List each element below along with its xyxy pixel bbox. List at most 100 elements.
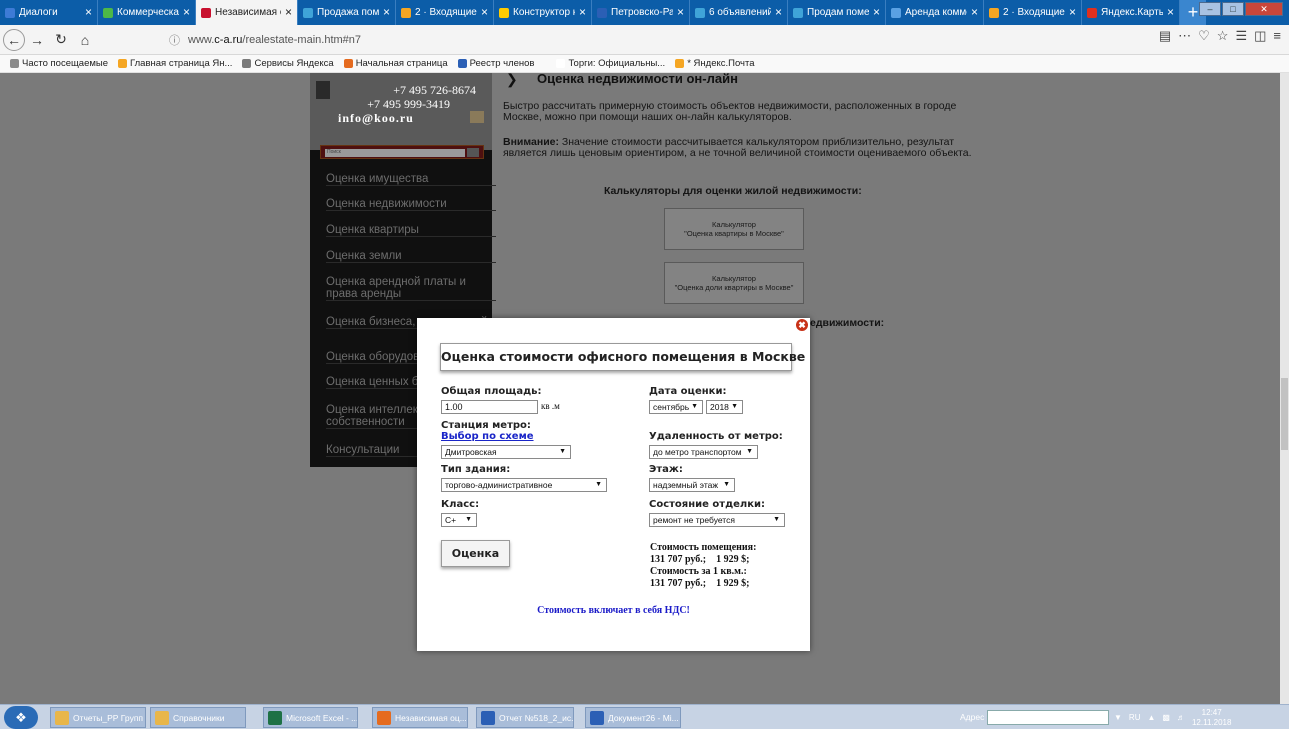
close-tab-icon[interactable]: × <box>579 5 586 19</box>
browser-tab[interactable]: 2 · Входящие — × <box>396 0 494 25</box>
browser-tab[interactable]: Независимая о × <box>196 0 298 25</box>
month-select[interactable]: сентябрь ▼ <box>649 400 703 414</box>
close-tab-icon[interactable]: × <box>383 5 390 19</box>
taskbar-item[interactable]: Отчет №518_2_ис... <box>476 707 574 728</box>
bookmark-item[interactable]: Главная страница Ян... <box>118 58 232 69</box>
volume-icon[interactable]: ♬ <box>1177 713 1185 722</box>
building-select[interactable]: торгово-административное ▼ <box>441 478 607 492</box>
go-arrow-icon[interactable]: ▼ <box>1114 713 1122 722</box>
close-tab-icon[interactable]: × <box>775 5 782 19</box>
close-tab-icon[interactable]: × <box>971 5 978 19</box>
maximize-button[interactable]: □ <box>1222 2 1244 16</box>
menu-icon[interactable]: ≡ <box>1273 28 1281 44</box>
taskbar-item[interactable]: Документ26 - Mi... <box>585 707 681 728</box>
close-tab-icon[interactable]: × <box>85 5 92 19</box>
class-label: Класс: <box>441 499 480 510</box>
search-input[interactable]: Поиск <box>325 149 465 157</box>
site-menu-item[interactable]: Оценка имущества <box>326 173 496 186</box>
close-tab-icon[interactable]: × <box>183 5 190 19</box>
close-icon[interactable]: ✖ <box>796 319 808 331</box>
taskbar-item[interactable]: Отчеты_РР Групп <box>50 707 146 728</box>
close-window-button[interactable]: ✕ <box>1245 2 1283 16</box>
reload-button[interactable]: ↻ <box>49 28 73 52</box>
back-button[interactable]: ← <box>3 28 25 51</box>
site-menu-item[interactable]: Оценка квартиры <box>326 224 496 237</box>
tab-favicon-icon <box>597 7 607 18</box>
forward-button[interactable]: → <box>25 28 49 52</box>
bookmark-label: Реестр членов <box>469 58 535 69</box>
metro-select[interactable]: Дмитровская ▼ <box>441 445 571 459</box>
finish-label: Состояние отделки: <box>649 499 766 510</box>
browser-tab[interactable]: Продам помеш × <box>788 0 886 25</box>
close-tab-icon[interactable]: × <box>1069 5 1076 19</box>
page-scrollbar[interactable] <box>1280 73 1289 704</box>
bookmark-item[interactable]: Реестр членов <box>457 58 535 69</box>
floor-select[interactable]: надземный этаж ▼ <box>649 478 735 492</box>
share-calculator-button[interactable]: Калькулятор "Оценка доли квартиры в Моск… <box>664 262 804 304</box>
close-tab-icon[interactable]: × <box>1167 5 1174 19</box>
close-tab-icon[interactable]: × <box>481 5 488 19</box>
distance-select[interactable]: до метро транспортом ▼ <box>649 445 758 459</box>
close-tab-icon[interactable]: × <box>285 5 292 19</box>
browser-tab[interactable]: 2 · Входящие — × <box>984 0 1082 25</box>
close-tab-icon[interactable]: × <box>677 5 684 19</box>
browser-tab[interactable]: Диалоги × <box>0 0 98 25</box>
star-icon[interactable]: ☆ <box>1217 28 1229 44</box>
apartment-calculator-button[interactable]: Калькулятор "Оценка квартиры в Москве" <box>664 208 804 250</box>
library-icon[interactable]: ☰ <box>1235 28 1247 44</box>
tab-title: 2 · Входящие — <box>1003 7 1065 18</box>
browser-tab[interactable]: Конструктор ка × <box>494 0 592 25</box>
bookmark-item[interactable]: Сервисы Яндекса <box>242 58 334 69</box>
more-actions-icon[interactable]: ⋯ <box>1178 28 1191 44</box>
tab-favicon-icon <box>793 7 803 18</box>
bookmark-item[interactable]: Торги: Официальны... <box>556 58 665 69</box>
finish-select[interactable]: ремонт не требуется ▼ <box>649 513 785 527</box>
area-input[interactable]: 1.00 <box>441 400 538 414</box>
scrollbar-thumb[interactable] <box>1281 378 1288 450</box>
bookmark-item[interactable]: * Яндекс.Почта <box>675 58 755 69</box>
close-tab-icon[interactable]: × <box>873 5 880 19</box>
browser-tab[interactable]: Яндекс.Карты × <box>1082 0 1180 25</box>
browser-tab[interactable]: Аренда коммер × <box>886 0 984 25</box>
site-menu-item[interactable]: Оценка арендной платы и права аренды <box>326 276 496 301</box>
network-icon[interactable]: ▩ <box>1162 713 1170 722</box>
taskbar-item[interactable]: Microsoft Excel - ... <box>263 707 358 728</box>
site-menu-item[interactable]: Оценка недвижимости <box>326 198 496 211</box>
language-indicator[interactable]: RU <box>1129 713 1141 722</box>
tab-favicon-icon <box>891 7 901 18</box>
reader-view-icon[interactable]: ▤ <box>1159 28 1171 44</box>
minimize-button[interactable]: – <box>1199 2 1221 16</box>
metro-map-link[interactable]: Выбор по схеме <box>441 431 534 442</box>
url-bar[interactable]: ⓘ www. c-a.ru/realestate-main.htm#n7 <box>169 29 1199 51</box>
class-select[interactable]: С+ ▼ <box>441 513 477 527</box>
commercial-title: едвижимости: <box>810 317 885 329</box>
home-icon[interactable]: ⌂ <box>73 28 97 52</box>
tab-favicon-icon <box>401 7 411 18</box>
clock[interactable]: 12:47 12.11.2018 <box>1192 708 1231 728</box>
sidebar-icon[interactable]: ◫ <box>1254 28 1266 44</box>
year-select[interactable]: 2018 ▼ <box>706 400 743 414</box>
browser-tab[interactable]: 6 объявлений × <box>690 0 788 25</box>
pocket-icon[interactable]: ♡ <box>1198 28 1210 44</box>
page-title: Оценка недвижимости он-лайн <box>537 73 738 86</box>
site-menu-item[interactable]: Оценка земли <box>326 250 496 263</box>
browser-tab[interactable]: Продажа поме × <box>298 0 396 25</box>
taskbar-item[interactable]: Справочники <box>150 707 246 728</box>
calculate-button[interactable]: Оценка <box>441 540 510 567</box>
tab-favicon-icon <box>103 7 113 18</box>
warning-paragraph: Внимание: Значение стоимости рассчитывае… <box>503 137 973 159</box>
start-button[interactable]: ❖ <box>4 706 38 729</box>
browser-tab[interactable]: Коммерческая × <box>98 0 196 25</box>
bookmark-item[interactable]: Начальная страница <box>343 58 448 69</box>
email[interactable]: info@koo.ru <box>338 111 414 126</box>
info-icon[interactable]: ⓘ <box>169 32 180 48</box>
tray-up-icon[interactable]: ▲ <box>1147 713 1155 722</box>
bookmarks-bar: Часто посещаемые Главная страница Ян... Се… <box>0 55 1289 73</box>
browser-tab[interactable]: Петровско-Раз × <box>592 0 690 25</box>
taskbar-item[interactable]: Независимая оц... <box>372 707 468 728</box>
address-input[interactable] <box>987 710 1109 725</box>
bookmark-item[interactable]: Часто посещаемые <box>10 58 108 69</box>
house-icon <box>470 111 484 123</box>
search-icon[interactable] <box>467 148 479 157</box>
tab-title: Петровско-Раз <box>611 7 673 18</box>
